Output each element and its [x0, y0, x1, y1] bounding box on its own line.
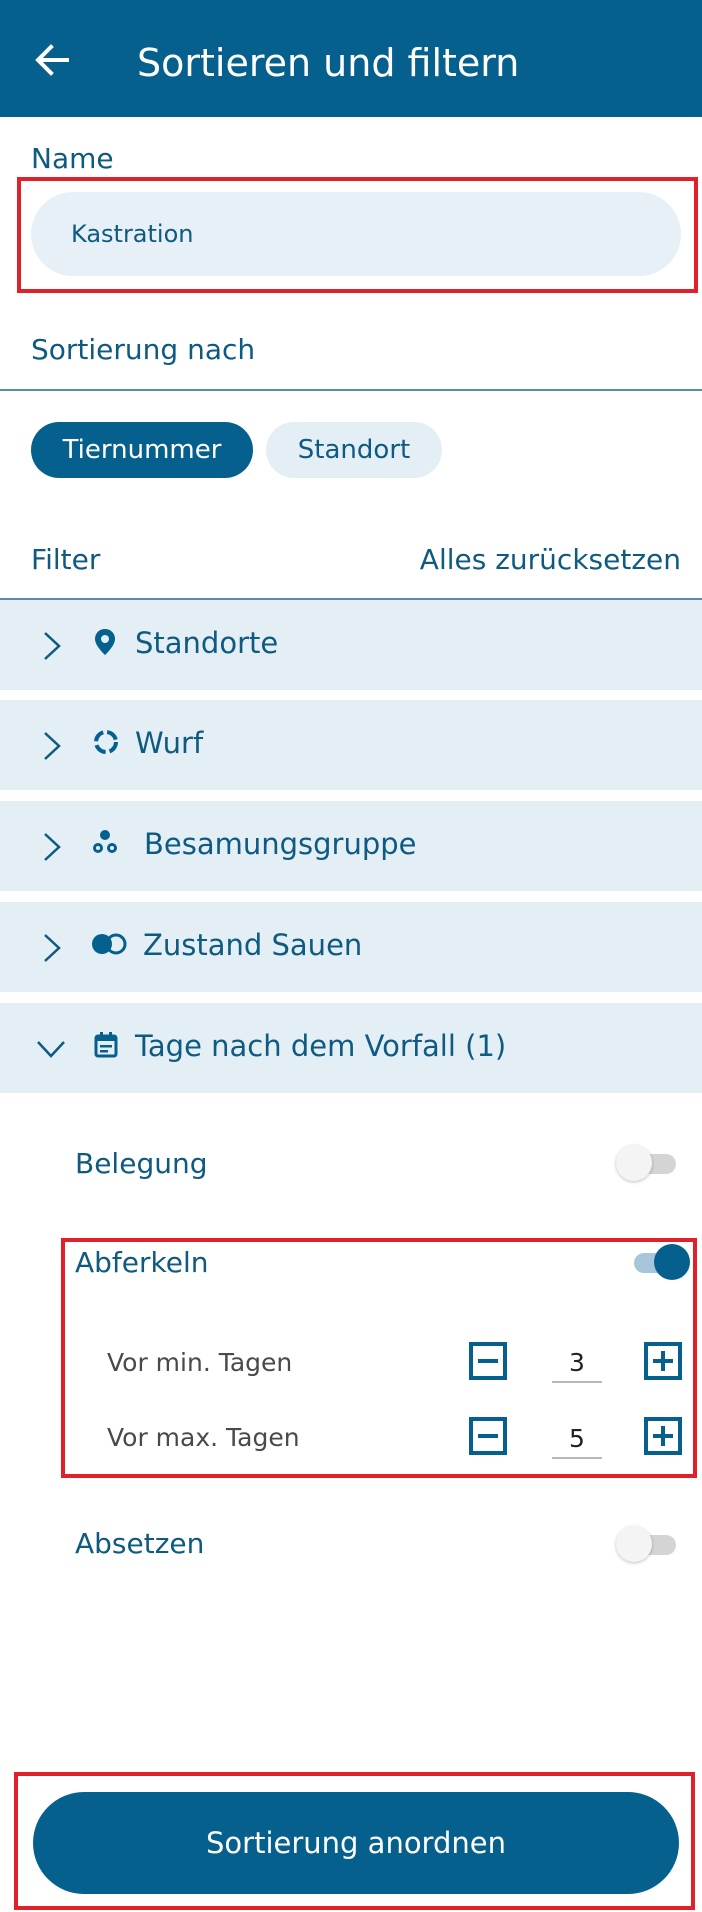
filter-section-tage-nach-dem-vorfall[interactable]: Tage nach dem Vorfall (1) [0, 1003, 702, 1093]
section-label: Zustand Sauen [143, 928, 363, 962]
toggle-abferkeln[interactable] [628, 1244, 690, 1280]
max-days-increment-button[interactable] [644, 1417, 682, 1455]
location-pin-icon [95, 629, 115, 655]
page-title: Sortieren und filtern [137, 41, 520, 85]
plus-icon-vertical [661, 1351, 665, 1371]
chevron-right-icon [44, 732, 61, 760]
sort-label: Sortierung nach [31, 333, 256, 366]
section-label: Tage nach dem Vorfall (1) [135, 1029, 507, 1063]
apply-sort-button[interactable]: Sortierung anordnen [33, 1792, 679, 1894]
filter-label: Filter [31, 543, 101, 576]
chip-tiernummer[interactable]: Tiernummer [31, 422, 253, 478]
min-days-decrement-button[interactable] [469, 1342, 507, 1380]
toggle-knob [616, 1145, 652, 1181]
chevron-down-icon [37, 1041, 65, 1058]
max-days-decrement-button[interactable] [469, 1417, 507, 1455]
name-label: Name [31, 142, 114, 175]
toggle-knob [616, 1526, 652, 1562]
calendar-icon [94, 1032, 118, 1058]
filter-section-besamungsgruppe[interactable]: Besamungsgruppe [0, 801, 702, 891]
chip-standort[interactable]: Standort [266, 422, 442, 478]
chevron-right-icon [44, 833, 61, 861]
reset-all-button[interactable]: Alles zurücksetzen [420, 542, 681, 578]
name-input[interactable] [31, 192, 681, 276]
max-days-input[interactable] [552, 1419, 602, 1459]
event-label-abferkeln: Abferkeln [75, 1246, 209, 1279]
section-label: Besamungsgruppe [144, 827, 417, 861]
arrow-left-icon[interactable] [34, 42, 70, 78]
min-days-label: Vor min. Tagen [107, 1348, 293, 1377]
divider [0, 389, 702, 391]
minus-icon [478, 1359, 498, 1363]
filter-section-standorte[interactable]: Standorte [0, 600, 702, 690]
litter-ring-icon [94, 730, 118, 754]
minus-icon [478, 1434, 498, 1438]
chevron-right-icon [44, 934, 61, 962]
toggle-state-icon [92, 933, 127, 955]
toggle-belegung[interactable] [616, 1145, 676, 1181]
event-label-absetzen: Absetzen [75, 1527, 205, 1560]
toggle-absetzen[interactable] [616, 1526, 676, 1562]
plus-icon-vertical [661, 1426, 665, 1446]
min-days-increment-button[interactable] [644, 1342, 682, 1380]
chevron-right-icon [44, 632, 61, 660]
section-label: Wurf [135, 726, 204, 760]
filter-section-wurf[interactable]: Wurf [0, 700, 702, 790]
section-label: Standorte [135, 626, 279, 660]
filter-section-zustand-sauen[interactable]: Zustand Sauen [0, 902, 702, 992]
app-bar: Sortieren und filtern [0, 0, 702, 117]
max-days-label: Vor max. Tagen [107, 1423, 300, 1452]
min-days-input[interactable] [552, 1343, 602, 1383]
event-label-belegung: Belegung [75, 1147, 208, 1180]
pig-group-icon [93, 830, 117, 853]
toggle-knob [654, 1244, 690, 1280]
